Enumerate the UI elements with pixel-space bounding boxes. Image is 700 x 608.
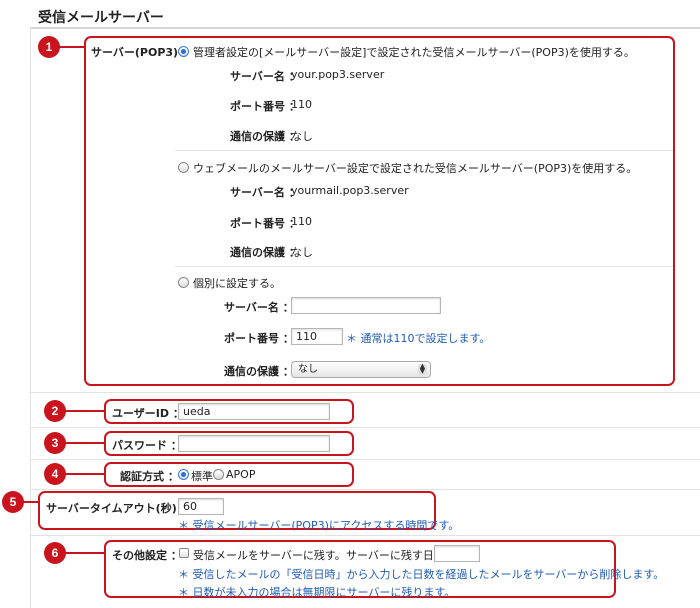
protect-value: なし [291,246,313,259]
timeout-input[interactable]: 60 [178,498,224,515]
annotation-connector [64,442,104,444]
keep-on-server-label: 受信メールをサーバーに残す。 [193,549,346,562]
form-left-border [30,29,31,608]
custom-port-label: ポート番号 ： [224,332,294,345]
protect-value: なし [291,130,313,143]
server-name-label: サーバー名 ： [230,186,300,199]
port-label: ポート番号 ： [230,217,300,230]
option-custom-server-label: 個別に設定する。 [193,277,281,290]
port-value: 110 [291,98,312,111]
updown-arrows-icon: ▲ ▼ [418,362,427,375]
server-name-value: your.pop3.server [291,68,385,81]
protect-label: 通信の保護 ： [230,246,300,259]
timeout-label: サーバータイムアウト(秒) ： [46,502,192,515]
annotation-connector [64,410,104,412]
row-divider [30,427,700,428]
radio-option-custom-server[interactable] [178,277,189,288]
keep-on-server-checkbox[interactable] [179,548,189,558]
row-divider [30,392,700,393]
port-value: 110 [291,215,312,228]
annotation-marker-3: 3 [44,432,66,454]
auth-label: 認証方式 ： [120,470,179,483]
custom-protect-selected: なし [298,364,318,375]
keep-days-input[interactable] [434,545,480,562]
annotation-marker-6: 6 [44,542,66,564]
port-label: ポート番号 ： [230,100,300,113]
protect-label: 通信の保護 ： [230,130,300,143]
annotation-marker-4: 4 [44,463,66,485]
title-divider [30,27,700,29]
radio-option-admin-server[interactable] [178,46,189,57]
server-name-label: サーバー名 ： [230,70,300,83]
option-admin-server-label: 管理者設定の[メールサーバー設定]で設定された受信メールサーバー(POP3)を使… [193,46,635,59]
custom-server-name-input[interactable] [291,297,441,314]
user-id-label: ユーザーID ： [112,407,184,420]
page-title: 受信メールサーバー [38,10,164,26]
radio-auth-apop[interactable] [213,469,224,480]
other-label: その他設定 ： [112,549,182,562]
custom-protect-label: 通信の保護 ： [224,365,294,378]
row-divider [30,535,700,536]
annotation-marker-5: 5 [2,491,24,513]
radio-option-webmail-server[interactable] [178,162,189,173]
option-webmail-server-label: ウェブメールのメールサーバー設定で設定された受信メールサーバー(POP3)を使用… [193,162,638,175]
server-name-value: yourmail.pop3.server [291,184,409,197]
custom-protect-select[interactable]: なし ▲ ▼ [291,361,431,378]
row-divider [30,489,700,490]
annotation-connector [22,501,38,503]
password-input[interactable] [178,435,330,452]
annotation-marker-1: 1 [38,36,60,58]
custom-port-input[interactable]: 110 [291,328,343,345]
auth-standard-label: 標準 [191,470,213,483]
annotation-marker-2: 2 [44,400,66,422]
custom-port-note: ＊ 通常は110で設定します。 [346,332,491,345]
radio-auth-standard[interactable] [178,469,189,480]
timeout-note: ＊ 受信メールサーバー(POP3)にアクセスする時間です。 [178,519,460,532]
custom-server-name-label: サーバー名 ： [224,301,294,314]
annotation-connector [58,46,84,48]
other-note-2: ＊ 日数が未入力の場合は無期限にサーバーに残ります。 [178,586,456,599]
auth-apop-label: APOP [226,468,256,481]
row-divider [30,459,700,460]
password-label: パスワード ： [112,439,182,452]
other-note-1: ＊ 受信したメールの「受信日時」から入力した日数を経過したメールをサーバーから削… [178,568,665,581]
user-id-input[interactable]: ueda [178,403,330,420]
annotation-connector [64,473,104,475]
annotation-connector [64,552,104,554]
